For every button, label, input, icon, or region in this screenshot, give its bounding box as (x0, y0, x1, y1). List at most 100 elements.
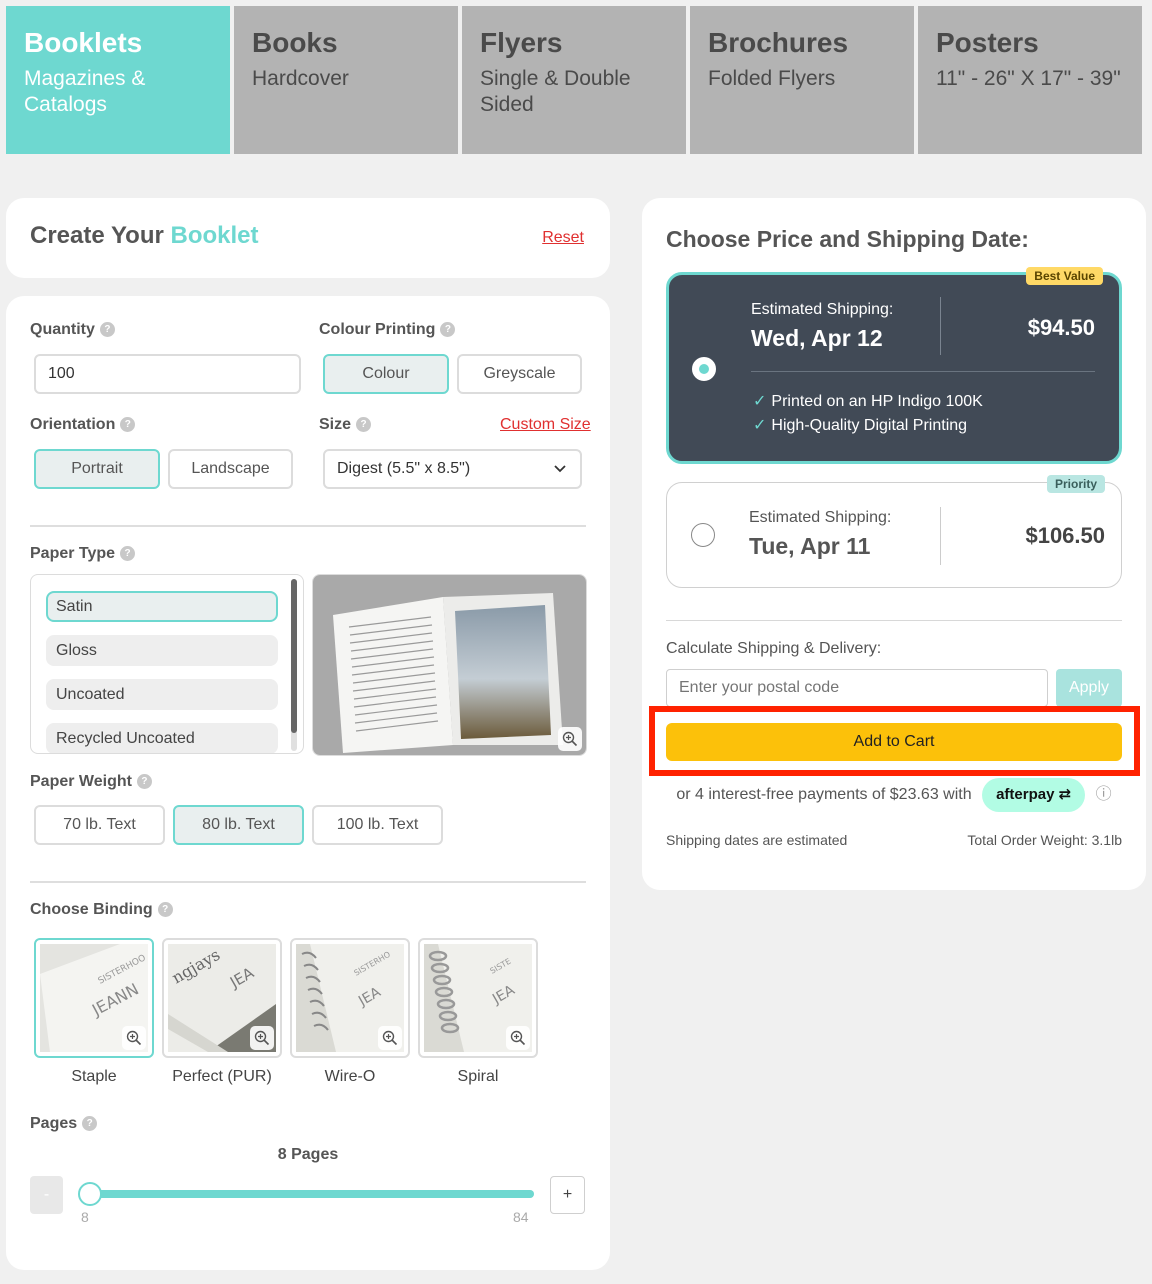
page-title: Create Your Booklet (30, 222, 259, 250)
tab-brochures[interactable]: Brochures Folded Flyers (690, 6, 914, 154)
binding-staple[interactable]: SISTERHOO JEANN (34, 938, 154, 1058)
shipping-date: Tue, Apr 11 (749, 533, 871, 559)
chevron-down-icon (554, 465, 566, 473)
binding-spiral[interactable]: SISTE JEA (418, 938, 538, 1058)
price-value: $106.50 (1025, 523, 1105, 548)
estimated-shipping-label: Estimated Shipping: (749, 509, 892, 526)
add-to-cart-button[interactable]: Add to Cart (666, 723, 1122, 761)
scrollbar-thumb[interactable] (291, 579, 297, 733)
tab-flyers[interactable]: Flyers Single & Double Sided (462, 6, 686, 154)
paper-option-recycled-uncoated[interactable]: Recycled Uncoated (46, 723, 278, 753)
installment-row: or 4 interest-free payments of $23.63 wi… (642, 778, 1146, 812)
price-value: $94.50 (1027, 315, 1095, 340)
help-icon[interactable]: ? (356, 417, 372, 433)
pages-label-text: Pages (30, 1115, 78, 1132)
help-icon[interactable]: ? (440, 322, 456, 338)
paper-type-label: Paper Type? (30, 545, 136, 563)
help-icon[interactable]: ? (136, 774, 152, 790)
pages-decrement-button[interactable]: - (30, 1176, 63, 1214)
paper-weight-label-text: Paper Weight (30, 773, 132, 790)
tab-title: Posters (936, 27, 1039, 58)
priority-badge: Priority (1046, 475, 1105, 493)
help-icon[interactable]: ? (120, 546, 136, 562)
radio-selected[interactable] (692, 357, 716, 381)
pricing-title: Choose Price and Shipping Date: (666, 226, 1029, 252)
zoom-icon[interactable] (122, 1026, 146, 1050)
tab-subtitle: Hardcover (252, 67, 349, 90)
pages-label: Pages? (30, 1115, 98, 1133)
tab-posters[interactable]: Posters 11" - 26" X 17" - 39" (918, 6, 1142, 154)
orientation-portrait[interactable]: Portrait (34, 449, 160, 489)
order-weight: Total Order Weight: 3.1lb (967, 832, 1122, 848)
shipping-date: Wed, Apr 12 (751, 325, 883, 351)
weight-option-70[interactable]: 70 lb. Text (34, 805, 165, 845)
shipping-option-standard[interactable]: Best Value Estimated Shipping: Wed, Apr … (666, 267, 1122, 464)
radio-unselected[interactable] (691, 523, 715, 547)
tab-subtitle: Magazines & Catalogs (24, 67, 146, 116)
afterpay-logo[interactable]: afterpay ⇄ (982, 778, 1086, 812)
feature-text: High-Quality Digital Printing (771, 417, 968, 434)
paper-type-label-text: Paper Type (30, 545, 116, 562)
help-icon[interactable]: ? (157, 902, 173, 918)
binding-perfect[interactable]: ngjays JEA (162, 938, 282, 1058)
reset-link[interactable]: Reset (542, 229, 584, 247)
tab-books[interactable]: Books Hardcover (234, 6, 458, 154)
size-select-value: Digest (5.5" x 8.5") (337, 460, 471, 477)
create-booklet-header: Create Your Booklet Reset (6, 198, 610, 278)
postal-code-input[interactable] (666, 669, 1048, 707)
checkmark-icon: ✓ (753, 417, 767, 434)
binding-wire-o[interactable]: SISTERHO JEA (290, 938, 410, 1058)
weight-option-80[interactable]: 80 lb. Text (173, 805, 304, 845)
section-divider (666, 620, 1122, 621)
apply-button[interactable]: Apply (1056, 669, 1122, 707)
best-value-badge: Best Value (1026, 267, 1103, 285)
pages-min-label: 8 (81, 1209, 89, 1225)
card-divider (751, 371, 1095, 372)
title-accent: Booklet (170, 222, 259, 249)
tab-booklets[interactable]: Booklets Magazines & Catalogs (6, 6, 230, 154)
title-prefix: Create Your (30, 222, 164, 249)
weight-option-100[interactable]: 100 lb. Text (312, 805, 443, 845)
shipping-option-priority[interactable]: Priority Estimated Shipping: Tue, Apr 11… (666, 475, 1122, 588)
tab-title: Flyers (480, 27, 563, 58)
info-icon[interactable]: ⓘ (1096, 786, 1112, 803)
vertical-divider (940, 507, 941, 565)
paper-option-uncoated[interactable]: Uncoated (46, 679, 278, 710)
section-divider (30, 881, 586, 883)
colour-option-greyscale[interactable]: Greyscale (457, 354, 582, 394)
tab-subtitle: 11" - 26" X 17" - 39" (936, 67, 1121, 90)
help-icon[interactable]: ? (120, 417, 136, 433)
category-tabs: Booklets Magazines & Catalogs Books Hard… (6, 6, 1142, 154)
help-icon[interactable]: ? (99, 322, 115, 338)
pages-max-label: 84 (513, 1209, 529, 1225)
size-select[interactable]: Digest (5.5" x 8.5") (323, 449, 582, 489)
custom-size-link[interactable]: Custom Size (500, 416, 591, 434)
pages-slider-track[interactable] (90, 1190, 534, 1198)
tab-subtitle: Single & Double Sided (480, 67, 631, 116)
orientation-landscape[interactable]: Landscape (168, 449, 293, 489)
shipping-note: Shipping dates are estimated (666, 832, 848, 848)
open-book-photo (313, 575, 586, 755)
estimated-shipping-label: Estimated Shipping: (751, 301, 894, 318)
zoom-icon[interactable] (378, 1026, 402, 1050)
binding-label-spiral: Spiral (457, 1068, 499, 1085)
zoom-icon[interactable] (558, 727, 582, 751)
binding-label-perfect: Perfect (PUR) (172, 1068, 272, 1085)
tab-subtitle: Folded Flyers (708, 67, 836, 90)
paper-weight-label: Paper Weight? (30, 773, 152, 791)
pages-increment-button[interactable]: + (550, 1176, 585, 1214)
help-icon[interactable]: ? (82, 1116, 98, 1132)
zoom-icon[interactable] (506, 1026, 530, 1050)
colour-option-colour[interactable]: Colour (323, 354, 449, 394)
paper-option-gloss[interactable]: Gloss (46, 635, 278, 666)
paper-list-scrollbar[interactable] (291, 579, 297, 751)
binding-label-text: Choose Binding (30, 901, 153, 918)
tab-title: Books (252, 27, 338, 58)
quantity-input[interactable]: 100 (34, 354, 301, 394)
paper-option-satin[interactable]: Satin (46, 591, 278, 622)
pages-slider-thumb[interactable] (78, 1182, 102, 1206)
checkmark-icon: ✓ (753, 393, 767, 410)
section-divider (30, 525, 586, 527)
zoom-icon[interactable] (250, 1026, 274, 1050)
quantity-label: Quantity? (30, 321, 115, 339)
